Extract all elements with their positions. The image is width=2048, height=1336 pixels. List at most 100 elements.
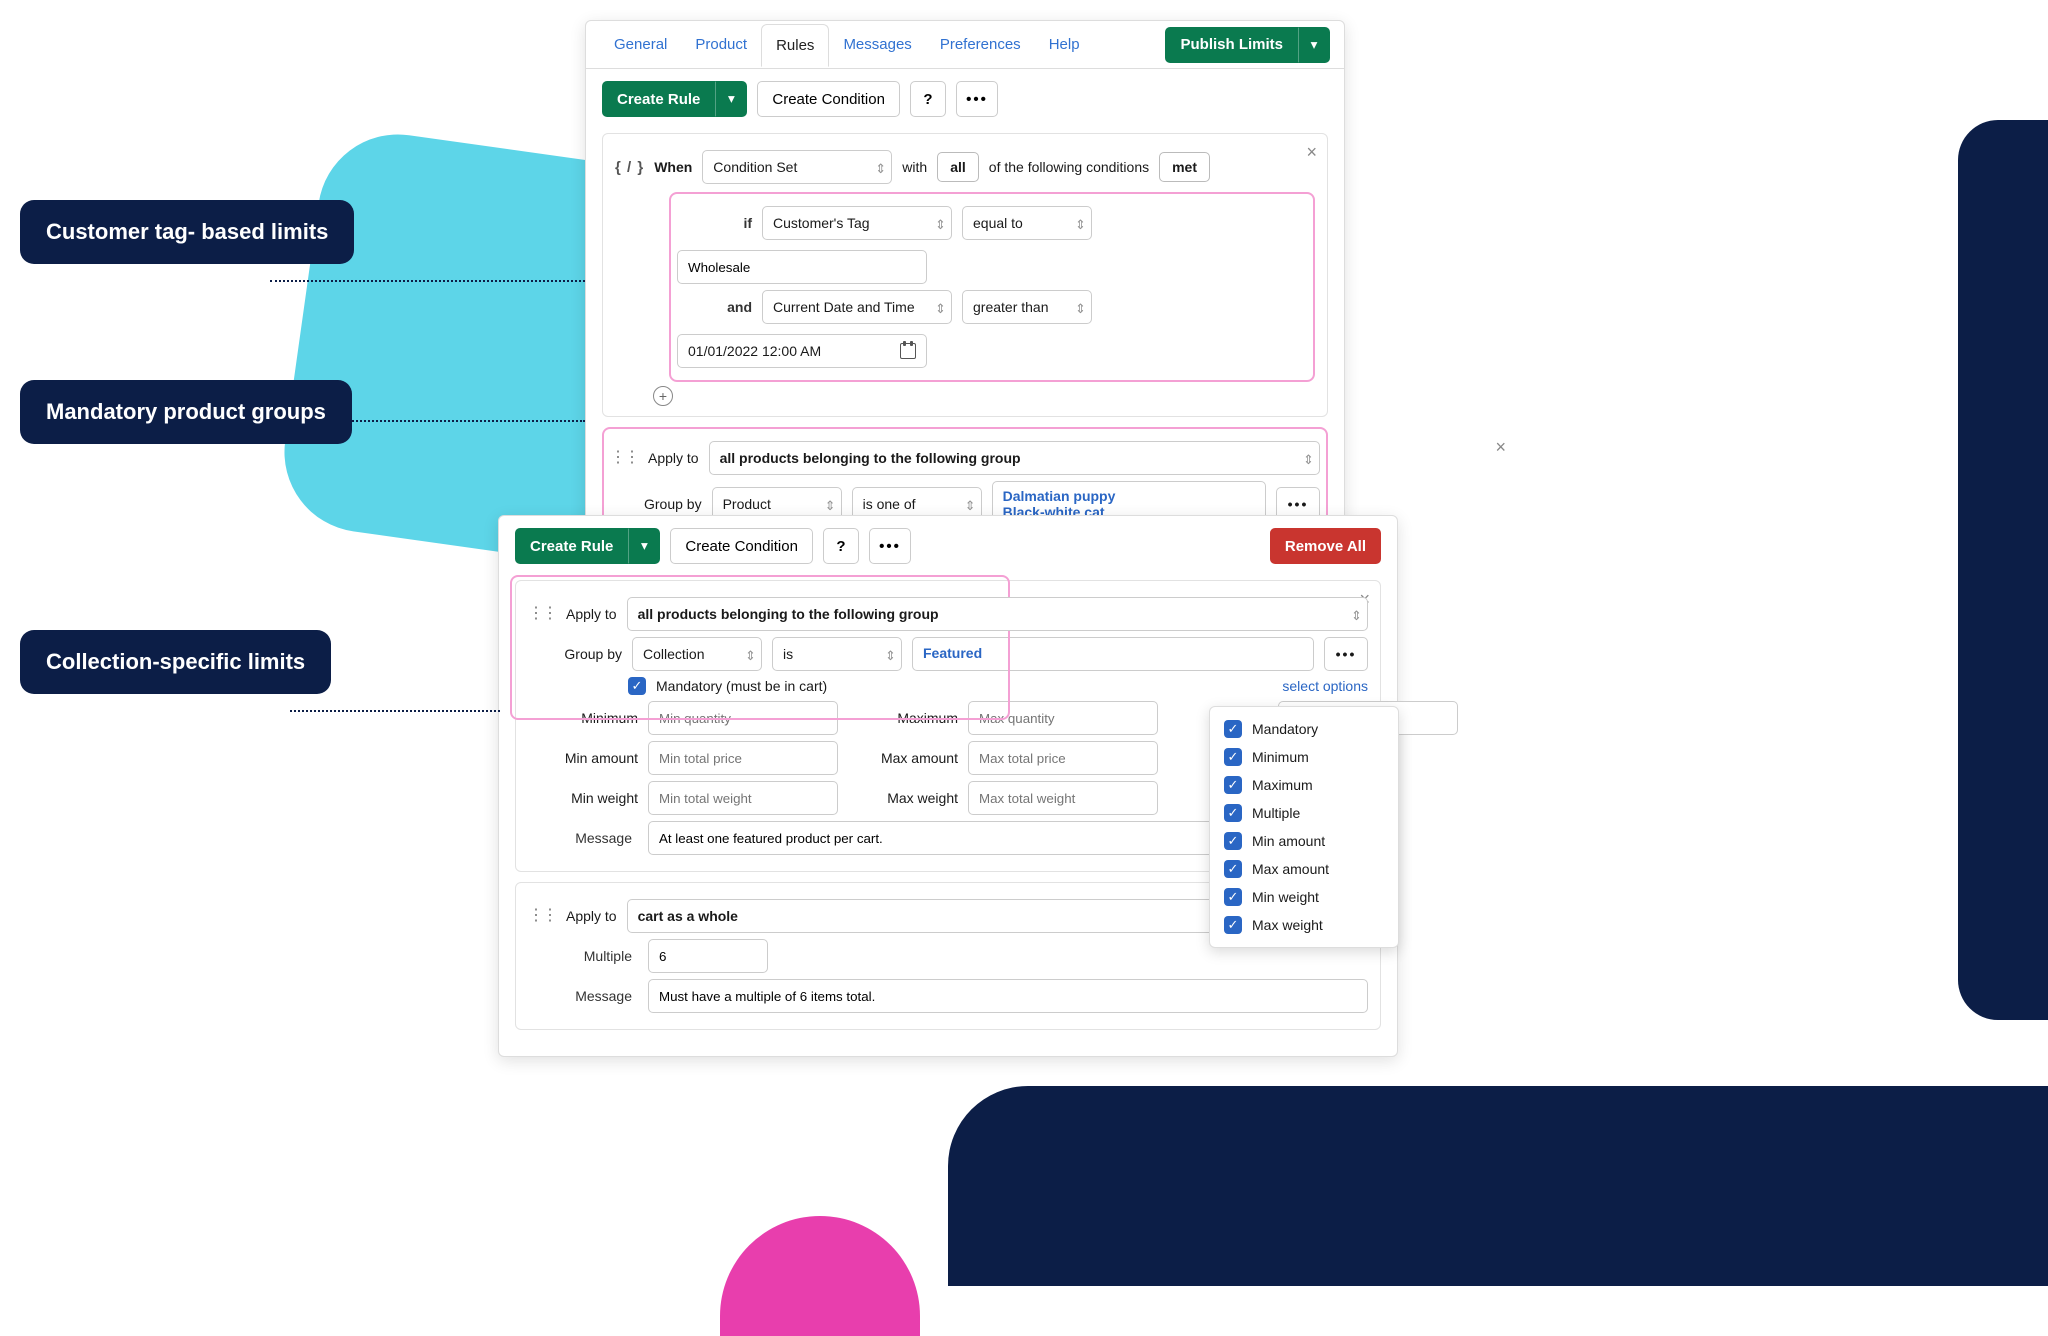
tab-help[interactable]: Help bbox=[1035, 24, 1094, 65]
when-block: × { / } When Condition Set with all of t… bbox=[602, 133, 1328, 417]
remove-all-button[interactable]: Remove All bbox=[1270, 528, 1381, 564]
tab-product[interactable]: Product bbox=[681, 24, 761, 65]
select-options-popup: Mandatory Minimum Maximum Multiple Min a… bbox=[1209, 706, 1399, 948]
and-operator-select[interactable]: greater than bbox=[962, 290, 1092, 324]
and-label: and bbox=[677, 299, 752, 315]
min-weight-input[interactable] bbox=[648, 781, 838, 815]
create-rule-dropdown-2[interactable]: ▾ bbox=[628, 528, 660, 564]
publish-limits-button[interactable]: Publish Limits ▾ bbox=[1165, 27, 1330, 63]
min-amount-label: Min amount bbox=[528, 750, 638, 766]
code-icon: { / } bbox=[615, 159, 644, 176]
more-button[interactable]: ••• bbox=[956, 81, 998, 117]
minimum-label: Minimum bbox=[528, 710, 638, 726]
group-by-label-2: Group by bbox=[550, 646, 622, 662]
min-amount-input[interactable] bbox=[648, 741, 838, 775]
max-amount-input[interactable] bbox=[968, 741, 1158, 775]
apply-scope-select-2[interactable]: all products belonging to the following … bbox=[627, 597, 1368, 631]
if-field-select[interactable]: Customer's Tag bbox=[762, 206, 952, 240]
help-button[interactable]: ? bbox=[910, 81, 946, 117]
opt-check-mandatory[interactable] bbox=[1224, 720, 1242, 738]
tab-rules[interactable]: Rules bbox=[761, 24, 829, 67]
opt-check-max-amount[interactable] bbox=[1224, 860, 1242, 878]
opt-check-min-amount[interactable] bbox=[1224, 832, 1242, 850]
create-rule-dropdown[interactable]: ▾ bbox=[715, 81, 747, 117]
create-rule-button[interactable]: Create Rule ▾ bbox=[602, 81, 747, 117]
max-weight-input[interactable] bbox=[968, 781, 1158, 815]
cart-multiple-input[interactable] bbox=[648, 939, 768, 973]
callout-line-3 bbox=[290, 710, 500, 712]
opt-check-maximum[interactable] bbox=[1224, 776, 1242, 794]
panel-rules-top: General Product Rules Messages Preferenc… bbox=[585, 20, 1345, 592]
opt-label: Max weight bbox=[1252, 917, 1323, 933]
close-when-block[interactable]: × bbox=[1306, 142, 1317, 163]
decor-navy-side bbox=[1958, 120, 2048, 1020]
tab-messages[interactable]: Messages bbox=[829, 24, 925, 65]
apply-to-label-2: Apply to bbox=[566, 606, 617, 622]
help-button-2[interactable]: ? bbox=[823, 528, 859, 564]
condition-set-select[interactable]: Condition Set bbox=[702, 150, 892, 184]
calendar-icon bbox=[900, 343, 916, 359]
question-icon: ? bbox=[923, 91, 932, 108]
create-rule-main[interactable]: Create Rule bbox=[602, 81, 715, 117]
date-value: 01/01/2022 12:00 AM bbox=[688, 343, 821, 359]
and-field-select[interactable]: Current Date and Time bbox=[762, 290, 952, 324]
opt-label: Max amount bbox=[1252, 861, 1329, 877]
met-chip[interactable]: met bbox=[1159, 152, 1210, 182]
opt-check-max-weight[interactable] bbox=[1224, 916, 1242, 934]
drag-handle-icon[interactable] bbox=[528, 912, 556, 920]
more-button-2[interactable]: ••• bbox=[869, 528, 911, 564]
panel-rules-bottom: Create Rule ▾ Create Condition ? ••• Rem… bbox=[498, 515, 1398, 1057]
tab-preferences[interactable]: Preferences bbox=[926, 24, 1035, 65]
min-qty-input[interactable] bbox=[648, 701, 838, 735]
apply-scope-select[interactable]: all products belonging to the following … bbox=[709, 441, 1320, 475]
add-condition-button[interactable]: + bbox=[653, 386, 673, 406]
cart-message-input[interactable] bbox=[648, 979, 1368, 1013]
drag-handle-icon[interactable] bbox=[528, 610, 556, 618]
caret-down-icon: ▾ bbox=[728, 91, 735, 107]
and-date-input[interactable]: 01/01/2022 12:00 AM bbox=[677, 334, 927, 368]
max-weight-label: Max weight bbox=[848, 790, 958, 806]
select-options-link-2[interactable]: select options bbox=[1282, 678, 1368, 694]
if-operator-select[interactable]: equal to bbox=[962, 206, 1092, 240]
min-weight-label: Min weight bbox=[528, 790, 638, 806]
group-op-select-2[interactable]: is bbox=[772, 637, 902, 671]
ellipsis-icon: ••• bbox=[879, 538, 901, 555]
close-icon: × bbox=[1495, 437, 1506, 457]
close-icon: × bbox=[1306, 142, 1317, 162]
callout-customer-tag: Customer tag- based limits bbox=[20, 200, 354, 264]
group-value-input-2[interactable]: Featured bbox=[912, 637, 1314, 671]
opt-check-minimum[interactable] bbox=[1224, 748, 1242, 766]
close-apply-block[interactable]: × bbox=[1495, 437, 1506, 458]
callout-line-1 bbox=[270, 280, 585, 282]
max-qty-input[interactable] bbox=[968, 701, 1158, 735]
opt-check-multiple[interactable] bbox=[1224, 804, 1242, 822]
with-label: with bbox=[902, 159, 927, 175]
create-rule-main-2[interactable]: Create Rule bbox=[515, 528, 628, 564]
publish-limits-dropdown[interactable]: ▾ bbox=[1298, 27, 1330, 63]
callout-mandatory-groups: Mandatory product groups bbox=[20, 380, 352, 444]
publish-limits-main[interactable]: Publish Limits bbox=[1165, 27, 1298, 63]
decor-navy-bottom bbox=[948, 1086, 2048, 1286]
mandatory-label-2: Mandatory (must be in cart) bbox=[656, 678, 827, 694]
action-bar-bottom: Create Rule ▾ Create Condition ? ••• Rem… bbox=[499, 516, 1397, 576]
decor-pink-blob bbox=[720, 1216, 920, 1336]
opt-label: Minimum bbox=[1252, 749, 1309, 765]
create-rule-button-2[interactable]: Create Rule ▾ bbox=[515, 528, 660, 564]
caret-down-icon: ▾ bbox=[641, 538, 648, 554]
ellipsis-icon: ••• bbox=[1336, 646, 1357, 662]
product-link-1[interactable]: Dalmatian puppy bbox=[1003, 488, 1255, 504]
action-bar-top: Create Rule ▾ Create Condition ? ••• bbox=[586, 69, 1344, 129]
create-condition-button-2[interactable]: Create Condition bbox=[670, 528, 813, 564]
tab-bar: General Product Rules Messages Preferenc… bbox=[586, 21, 1344, 69]
opt-check-min-weight[interactable] bbox=[1224, 888, 1242, 906]
create-condition-button[interactable]: Create Condition bbox=[757, 81, 900, 117]
collection-picker-button[interactable]: ••• bbox=[1324, 637, 1368, 671]
tab-general[interactable]: General bbox=[600, 24, 681, 65]
group-field-select-2[interactable]: Collection bbox=[632, 637, 762, 671]
if-value-input[interactable] bbox=[677, 250, 927, 284]
all-chip[interactable]: all bbox=[937, 152, 979, 182]
ellipsis-icon: ••• bbox=[1288, 496, 1309, 512]
caret-down-icon: ▾ bbox=[1311, 37, 1318, 53]
mandatory-checkbox-2[interactable] bbox=[628, 677, 646, 695]
drag-handle-icon[interactable] bbox=[610, 454, 638, 462]
